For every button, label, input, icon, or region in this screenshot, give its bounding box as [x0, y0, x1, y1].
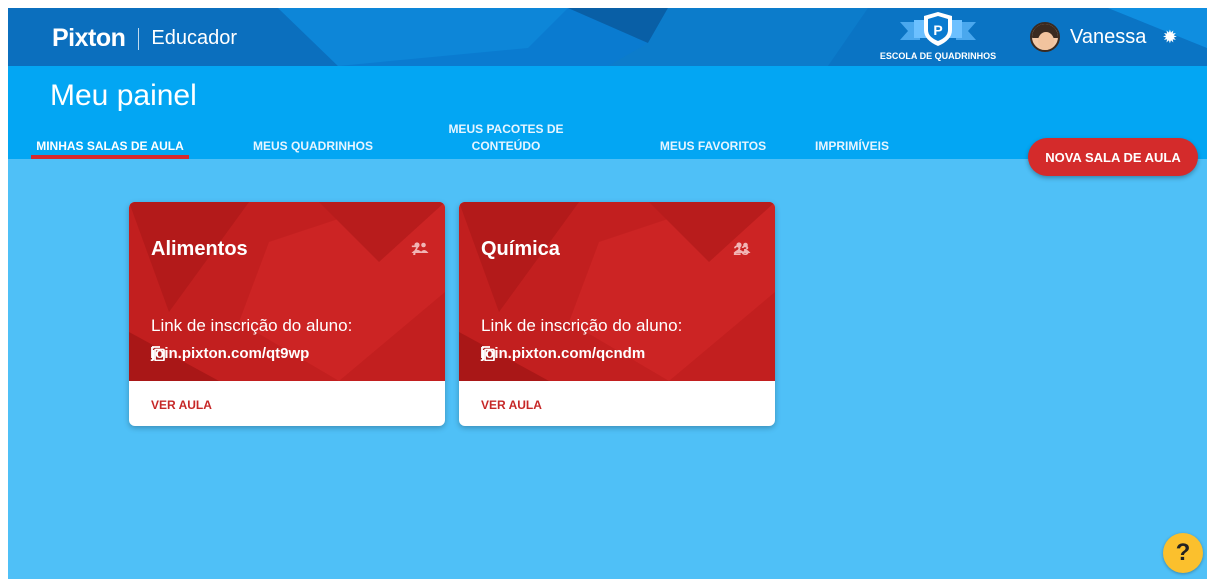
user-menu[interactable]: Vanessa ✹ — [1030, 22, 1177, 52]
view-class-link[interactable]: VER AULA — [151, 398, 212, 412]
gear-icon[interactable]: ✹ — [1162, 28, 1177, 46]
class-card-header: Química 23 Link de inscrição do aluno: j… — [459, 202, 775, 381]
page-title: Meu painel — [50, 79, 197, 112]
view-class-link[interactable]: VER AULA — [481, 398, 542, 412]
school-badge-label: ESCOLA DE QUADRINHOS — [879, 51, 997, 61]
pixton-logo[interactable]: Pixton Educador — [52, 24, 237, 53]
student-count: 7 — [411, 242, 429, 258]
enrollment-link-text[interactable]: join.pixton.com/qt9wp — [151, 345, 309, 362]
user-name[interactable]: Vanessa — [1070, 26, 1146, 49]
class-name: Química — [481, 238, 560, 260]
logo-wordmark: Pixton — [52, 24, 126, 52]
tab-printables[interactable]: IMPRIMÍVEIS — [802, 138, 902, 155]
enrollment-link[interactable]: join.pixton.com/qcndm — [481, 345, 655, 362]
class-card-header: Alimentos 7 Link de inscrição do aluno: … — [129, 202, 445, 381]
avatar[interactable] — [1030, 22, 1060, 52]
student-count: 23 — [733, 242, 753, 258]
top-bar: Pixton Educador P ESCOLA DE QUADRINHOS V… — [8, 8, 1207, 66]
new-class-button[interactable]: NOVA SALA DE AULA — [1028, 138, 1198, 176]
svg-text:P: P — [933, 22, 942, 38]
class-name: Alimentos — [151, 238, 248, 260]
tab-favorites[interactable]: MEUS FAVORITOS — [648, 138, 778, 155]
school-badge[interactable]: P ESCOLA DE QUADRINHOS — [870, 10, 1006, 64]
pixton-shield-icon: P — [900, 12, 976, 46]
active-tab-indicator — [31, 155, 189, 159]
enrollment-link[interactable]: join.pixton.com/qt9wp — [151, 345, 319, 362]
app-window: Pixton Educador P ESCOLA DE QUADRINHOS V… — [8, 8, 1207, 579]
class-card[interactable]: Alimentos 7 Link de inscrição do aluno: … — [129, 202, 445, 426]
tab-my-comics[interactable]: MEUS QUADRINHOS — [238, 138, 388, 155]
tab-my-classes[interactable]: MINHAS SALAS DE AULA — [32, 138, 188, 155]
tab-content-packs[interactable]: MEUS PACOTES DE CONTEÚDO — [446, 121, 566, 155]
dashboard-tabs: MINHAS SALAS DE AULA MEUS QUADRINHOS MEU… — [8, 122, 1008, 159]
enrollment-link-label: Link de inscrição do aluno: — [151, 316, 353, 335]
enrollment-link-text[interactable]: join.pixton.com/qcndm — [481, 345, 645, 362]
role-label: Educador — [151, 27, 238, 49]
class-card[interactable]: Química 23 Link de inscrição do aluno: j… — [459, 202, 775, 426]
enrollment-link-label: Link de inscrição do aluno: — [481, 316, 683, 335]
dashboard-header: Meu painel MINHAS SALAS DE AULA MEUS QUA… — [8, 66, 1207, 159]
help-button[interactable]: ? — [1163, 533, 1203, 573]
logo-divider — [138, 27, 140, 50]
